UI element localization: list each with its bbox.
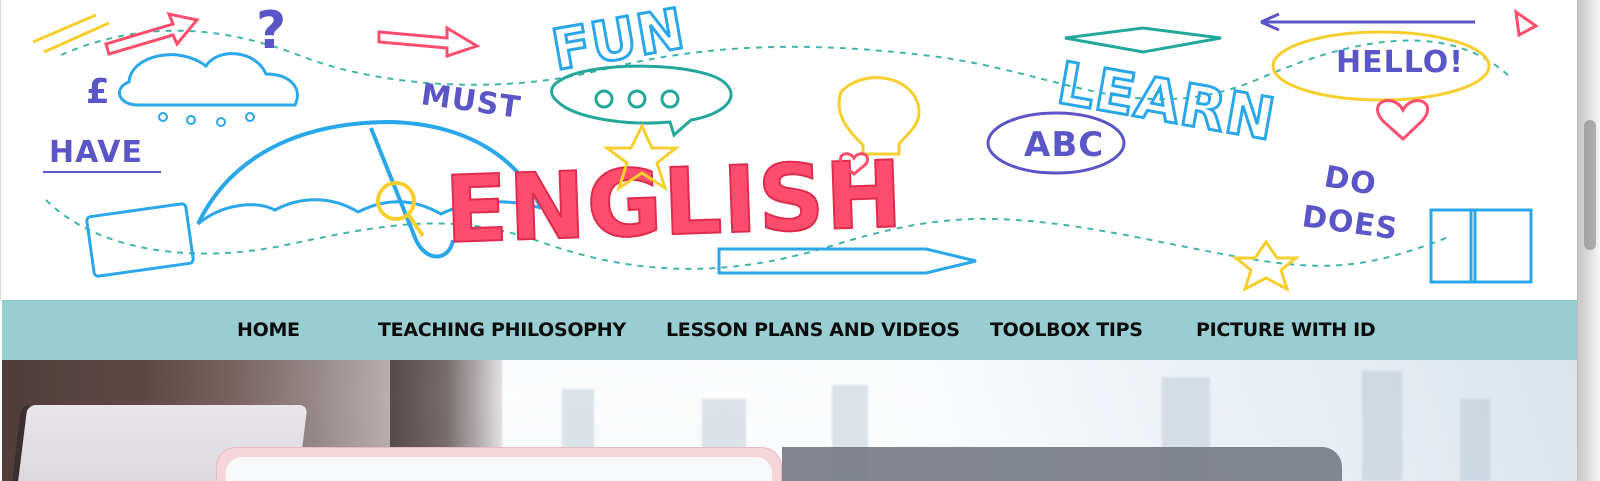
scrollbar[interactable] [1577,0,1600,481]
nav-item-picture-with-id[interactable]: PICTURE WITH ID [1196,300,1376,360]
doodle-banner-illustration: ? £ FUN MUST HAVE LEARN HELLO! ABC DO DO… [32,0,1539,293]
word-abc: ABC [1024,125,1104,165]
word-do: DO [1322,159,1380,203]
nav-item-home[interactable]: HOME [237,300,300,360]
content-card-inner [226,457,772,481]
cloud-icon [118,52,299,107]
stripe-icon [32,13,97,44]
heart-icon [1376,99,1430,142]
star-icon [1231,239,1301,293]
nav-item-lesson-plans-and-videos[interactable]: LESSON PLANS AND VIDEOS [666,300,960,360]
arrow-icon [104,11,200,56]
books-icon [1429,208,1533,284]
hero-image-section [2,360,1578,481]
word-hello: HELLO! [1336,45,1464,80]
building-shape [1460,399,1490,481]
building-shape [1362,371,1402,481]
graduation-cap-icon [1064,26,1222,54]
header-banner: ? £ FUN MUST HAVE LEARN HELLO! ABC DO DO… [0,0,1579,300]
word-does: DOES [1300,199,1400,247]
main-word-english: ENGLISH [443,141,905,264]
word-have: HAVE [49,135,143,170]
pound-icon: £ [86,72,111,112]
word-fun: FUN [547,0,690,84]
nav-item-teaching-philosophy[interactable]: TEACHING PHILOSOPHY [378,300,626,360]
nav-item-toolbox-tips[interactable]: TOOLBOX TIPS [990,300,1143,360]
content-card-right [782,447,1342,481]
notepad-icon [85,202,195,278]
scrollbar-thumb[interactable] [1584,120,1596,250]
main-navigation: HOME TEACHING PHILOSOPHY LESSON PLANS AN… [2,300,1578,360]
page: ? £ FUN MUST HAVE LEARN HELLO! ABC DO DO… [0,0,1600,481]
question-icon: ? [256,1,287,61]
